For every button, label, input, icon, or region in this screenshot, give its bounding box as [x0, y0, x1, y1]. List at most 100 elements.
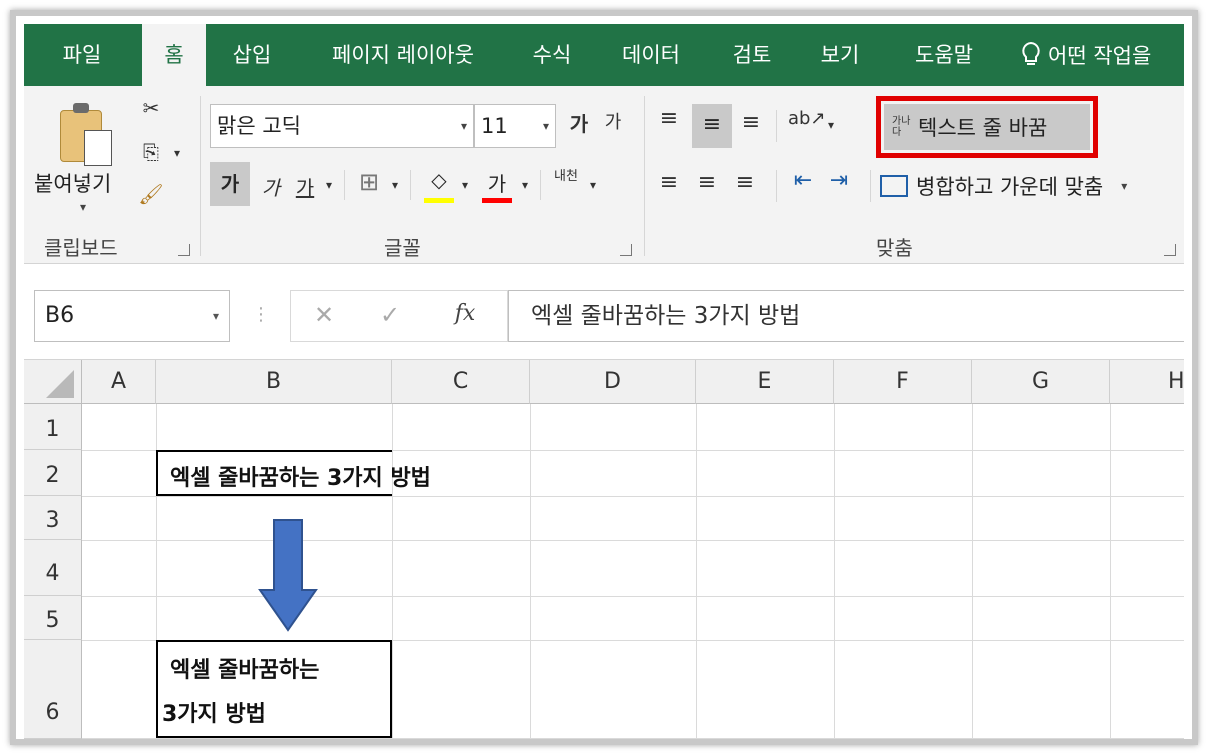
- fill-color-button[interactable]: ◇: [422, 168, 456, 204]
- underline-dropdown-icon[interactable]: ▾: [322, 178, 336, 192]
- cell-b6-line1: 엑셀 줄바꿈하는: [170, 658, 320, 683]
- decrease-indent-icon[interactable]: ⇤: [788, 168, 818, 193]
- align-left-icon[interactable]: ≡: [654, 170, 684, 195]
- ribbon-home: 붙여넣기 ▾ ✂ ⎘ ▾ 🖌 클립보드 맑은 고딕 ▾ 11 ▾ 가 가 가 가…: [24, 86, 1184, 264]
- group-divider: [644, 96, 645, 256]
- align-bottom-icon[interactable]: ≡: [736, 110, 766, 135]
- column-header-g[interactable]: G: [972, 360, 1110, 404]
- increase-font-size-icon[interactable]: 가: [564, 108, 594, 137]
- align-middle-button[interactable]: ≡: [692, 104, 732, 148]
- row-header-3[interactable]: 3: [24, 496, 82, 540]
- row-header-2[interactable]: 2: [24, 450, 82, 496]
- tell-me-text: 어떤 작업을: [1048, 44, 1152, 68]
- merge-icon: [880, 175, 908, 197]
- tell-me-box[interactable]: 어떤 작업을: [1018, 24, 1151, 86]
- enter-icon[interactable]: ✓: [375, 301, 405, 329]
- tab-view[interactable]: 보기: [808, 24, 872, 86]
- orientation-dropdown-icon[interactable]: ▾: [824, 118, 838, 132]
- fill-bucket-icon: ◇: [431, 168, 447, 192]
- excel-window: 파일 홈 삽입 페이지 레이아웃 수식 데이터 검토 보기 도움말 어떤 작업을…: [24, 24, 1184, 739]
- select-all-icon: [46, 370, 74, 398]
- phonetic-guide-icon[interactable]: 내천: [548, 170, 584, 184]
- font-size-combobox[interactable]: 11 ▾: [474, 104, 556, 148]
- paste-dropdown-icon[interactable]: ▾: [80, 200, 86, 214]
- clipboard-launcher-icon[interactable]: [178, 244, 190, 256]
- formula-input[interactable]: 엑셀 줄바꿈하는 3가지 방법: [508, 290, 1184, 342]
- bold-button[interactable]: 가: [210, 162, 250, 206]
- font-name-dropdown-icon[interactable]: ▾: [461, 105, 467, 147]
- divider: [344, 170, 345, 200]
- column-header-h[interactable]: H: [1110, 360, 1184, 404]
- row-header-5[interactable]: 5: [24, 596, 82, 640]
- format-painter-icon[interactable]: 🖌: [136, 182, 166, 206]
- gridline: [82, 738, 1184, 739]
- font-color-button[interactable]: 가: [480, 168, 514, 204]
- font-launcher-icon[interactable]: [620, 244, 632, 256]
- divider: [776, 170, 777, 202]
- gridline: [82, 596, 1184, 597]
- fill-color-dropdown-icon[interactable]: ▾: [458, 178, 472, 192]
- wrap-text-button[interactable]: 가나다 텍스트 줄 바꿈: [884, 104, 1090, 150]
- alignment-group-label: 맞춤: [876, 236, 913, 260]
- group-divider: [200, 96, 201, 256]
- underline-icon[interactable]: 가: [290, 172, 320, 201]
- font-color-icon: 가: [487, 172, 507, 196]
- name-box-value: B6: [45, 303, 75, 328]
- cell-b6-line2: 3가지 방법: [162, 702, 266, 727]
- column-header-f[interactable]: F: [834, 360, 972, 404]
- borders-icon[interactable]: ⊞: [354, 168, 384, 196]
- tab-data[interactable]: 데이터: [606, 24, 696, 86]
- font-size-value: 11: [481, 114, 508, 138]
- copy-icon[interactable]: ⎘: [136, 140, 166, 164]
- borders-dropdown-icon[interactable]: ▾: [388, 178, 402, 192]
- row-header-6[interactable]: 6: [24, 640, 82, 739]
- name-box-dropdown-icon[interactable]: ▾: [213, 291, 219, 341]
- tab-page-layout[interactable]: 페이지 레이아웃: [304, 24, 502, 86]
- divider: [540, 170, 541, 200]
- column-header-d[interactable]: D: [530, 360, 696, 404]
- tab-insert[interactable]: 삽입: [220, 24, 284, 86]
- cell-b2-text: 엑셀 줄바꿈하는 3가지 방법: [170, 466, 431, 491]
- align-right-icon[interactable]: ≡: [730, 170, 760, 195]
- tab-review[interactable]: 검토: [720, 24, 784, 86]
- phonetic-dropdown-icon[interactable]: ▾: [586, 178, 600, 192]
- formula-content: 엑셀 줄바꿈하는 3가지 방법: [531, 303, 801, 329]
- italic-icon[interactable]: 가: [256, 172, 286, 201]
- ribbon-tab-bar: 파일 홈 삽입 페이지 레이아웃 수식 데이터 검토 보기 도움말 어떤 작업을: [24, 24, 1184, 86]
- bold-icon: 가: [220, 172, 240, 196]
- alignment-launcher-icon[interactable]: [1164, 244, 1176, 256]
- paste-button[interactable]: 붙여넣기 ▾: [34, 92, 130, 222]
- font-size-dropdown-icon[interactable]: ▾: [543, 105, 549, 147]
- tab-home[interactable]: 홈: [142, 24, 206, 86]
- merge-dropdown-icon[interactable]: ▾: [1121, 179, 1127, 193]
- divider: [776, 110, 777, 142]
- orientation-icon[interactable]: ab↗: [788, 108, 826, 129]
- name-box[interactable]: B6 ▾: [34, 290, 230, 342]
- tab-formulas[interactable]: 수식: [520, 24, 584, 86]
- font-group-label: 글꼴: [384, 236, 421, 260]
- column-header-a[interactable]: A: [82, 360, 156, 404]
- insert-function-icon[interactable]: fx: [447, 301, 483, 326]
- formula-bar-grip-icon: ⋮: [252, 304, 270, 325]
- cut-icon[interactable]: ✂: [136, 96, 166, 120]
- wrap-text-label: 텍스트 줄 바꿈: [918, 116, 1048, 140]
- font-name-combobox[interactable]: 맑은 고딕 ▾: [210, 104, 474, 148]
- merge-center-button[interactable]: 병합하고 가운데 맞춤 ▾: [880, 166, 1176, 206]
- align-top-icon[interactable]: ≡: [654, 106, 684, 131]
- increase-indent-icon[interactable]: ⇥: [824, 168, 854, 193]
- copy-dropdown-icon[interactable]: ▾: [170, 146, 184, 160]
- row-header-1[interactable]: 1: [24, 404, 82, 450]
- select-all-button[interactable]: [24, 360, 82, 404]
- tab-file[interactable]: 파일: [46, 24, 118, 86]
- font-color-dropdown-icon[interactable]: ▾: [518, 178, 532, 192]
- row-header-4[interactable]: 4: [24, 540, 82, 596]
- tab-help[interactable]: 도움말: [896, 24, 992, 86]
- gridline: [82, 540, 1184, 541]
- column-header-b[interactable]: B: [156, 360, 392, 404]
- column-header-e[interactable]: E: [696, 360, 834, 404]
- align-center-icon[interactable]: ≡: [692, 170, 722, 195]
- column-header-c[interactable]: C: [392, 360, 530, 404]
- document-icon: [84, 130, 112, 166]
- decrease-font-size-icon[interactable]: 가: [598, 108, 628, 134]
- cancel-icon[interactable]: ✕: [309, 301, 339, 329]
